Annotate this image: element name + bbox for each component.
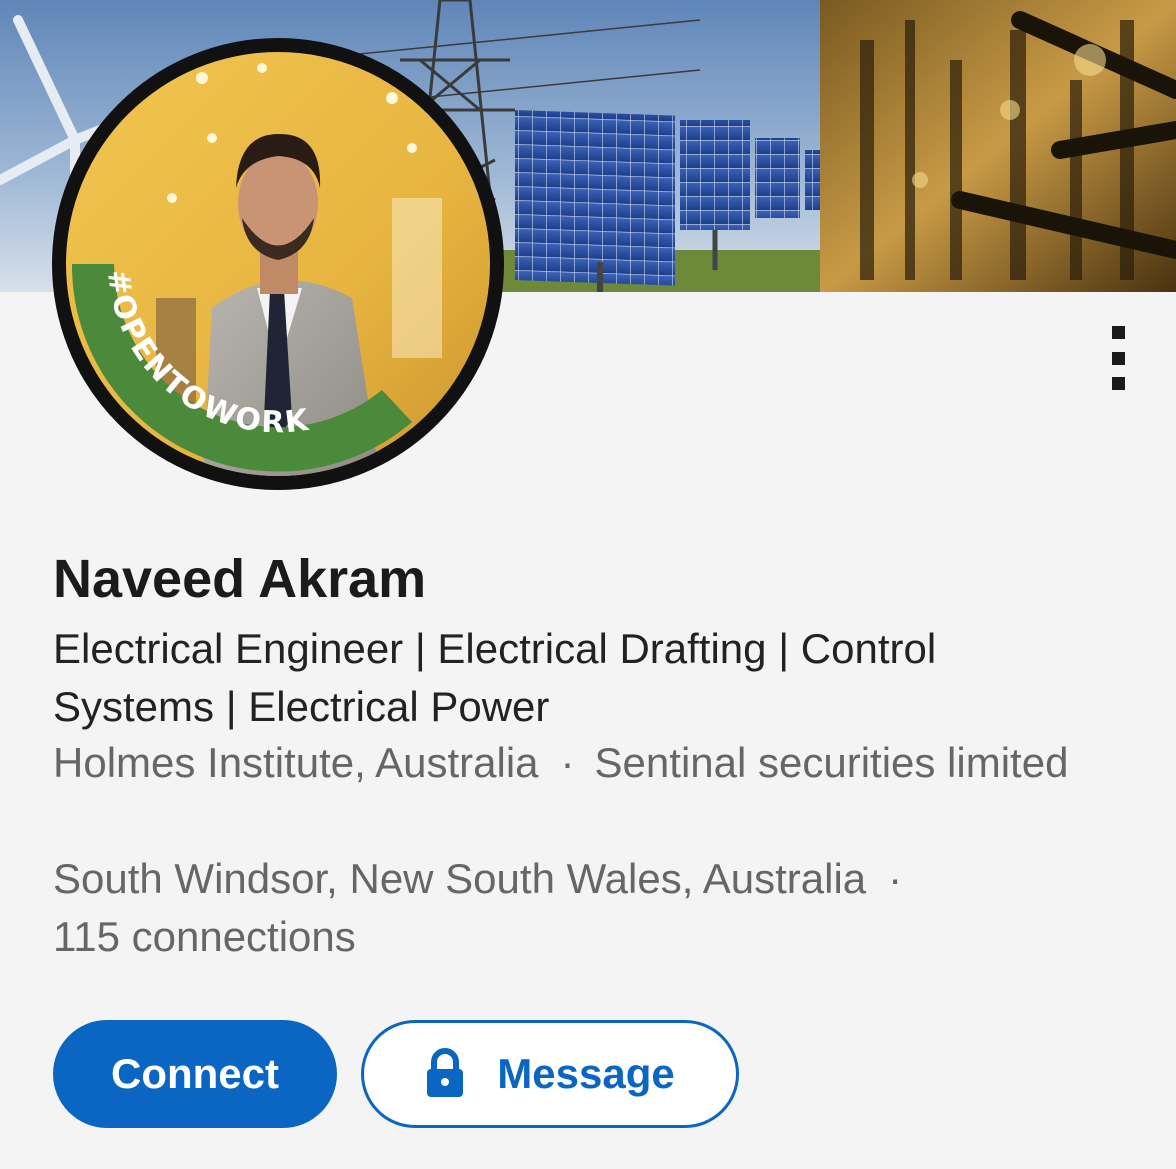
connections-count[interactable]: 115 connections	[53, 913, 356, 960]
message-button-label: Message	[497, 1050, 675, 1097]
separator-dot: ·	[888, 855, 903, 902]
profile-headline: Electrical Engineer | Electrical Draftin…	[53, 625, 937, 730]
work-company[interactable]: Sentinal securities limited	[595, 739, 1069, 786]
more-vertical-icon[interactable]	[1102, 320, 1138, 398]
work-education[interactable]: Holmes Institute, Australia	[53, 739, 539, 786]
profile-avatar[interactable]: #OPENTOWORK	[52, 38, 504, 490]
profile-page: #OPENTOWORK Naveed Akram Electrical Engi…	[0, 0, 1176, 1169]
profile-work: Holmes Institute, Australia · Sentinal sec…	[53, 734, 1113, 792]
separator-dot: ·	[560, 739, 575, 786]
profile-location-line: South Windsor, New South Wales, Australi…	[53, 850, 1113, 966]
profile-location: South Windsor, New South Wales, Australi…	[53, 855, 867, 902]
lock-icon	[427, 1048, 464, 1097]
profile-name: Naveed Akram	[53, 549, 427, 609]
connect-button[interactable]: Connect	[53, 1020, 337, 1128]
message-button[interactable]: Message	[361, 1020, 739, 1128]
connect-button-label: Connect	[111, 1050, 279, 1097]
